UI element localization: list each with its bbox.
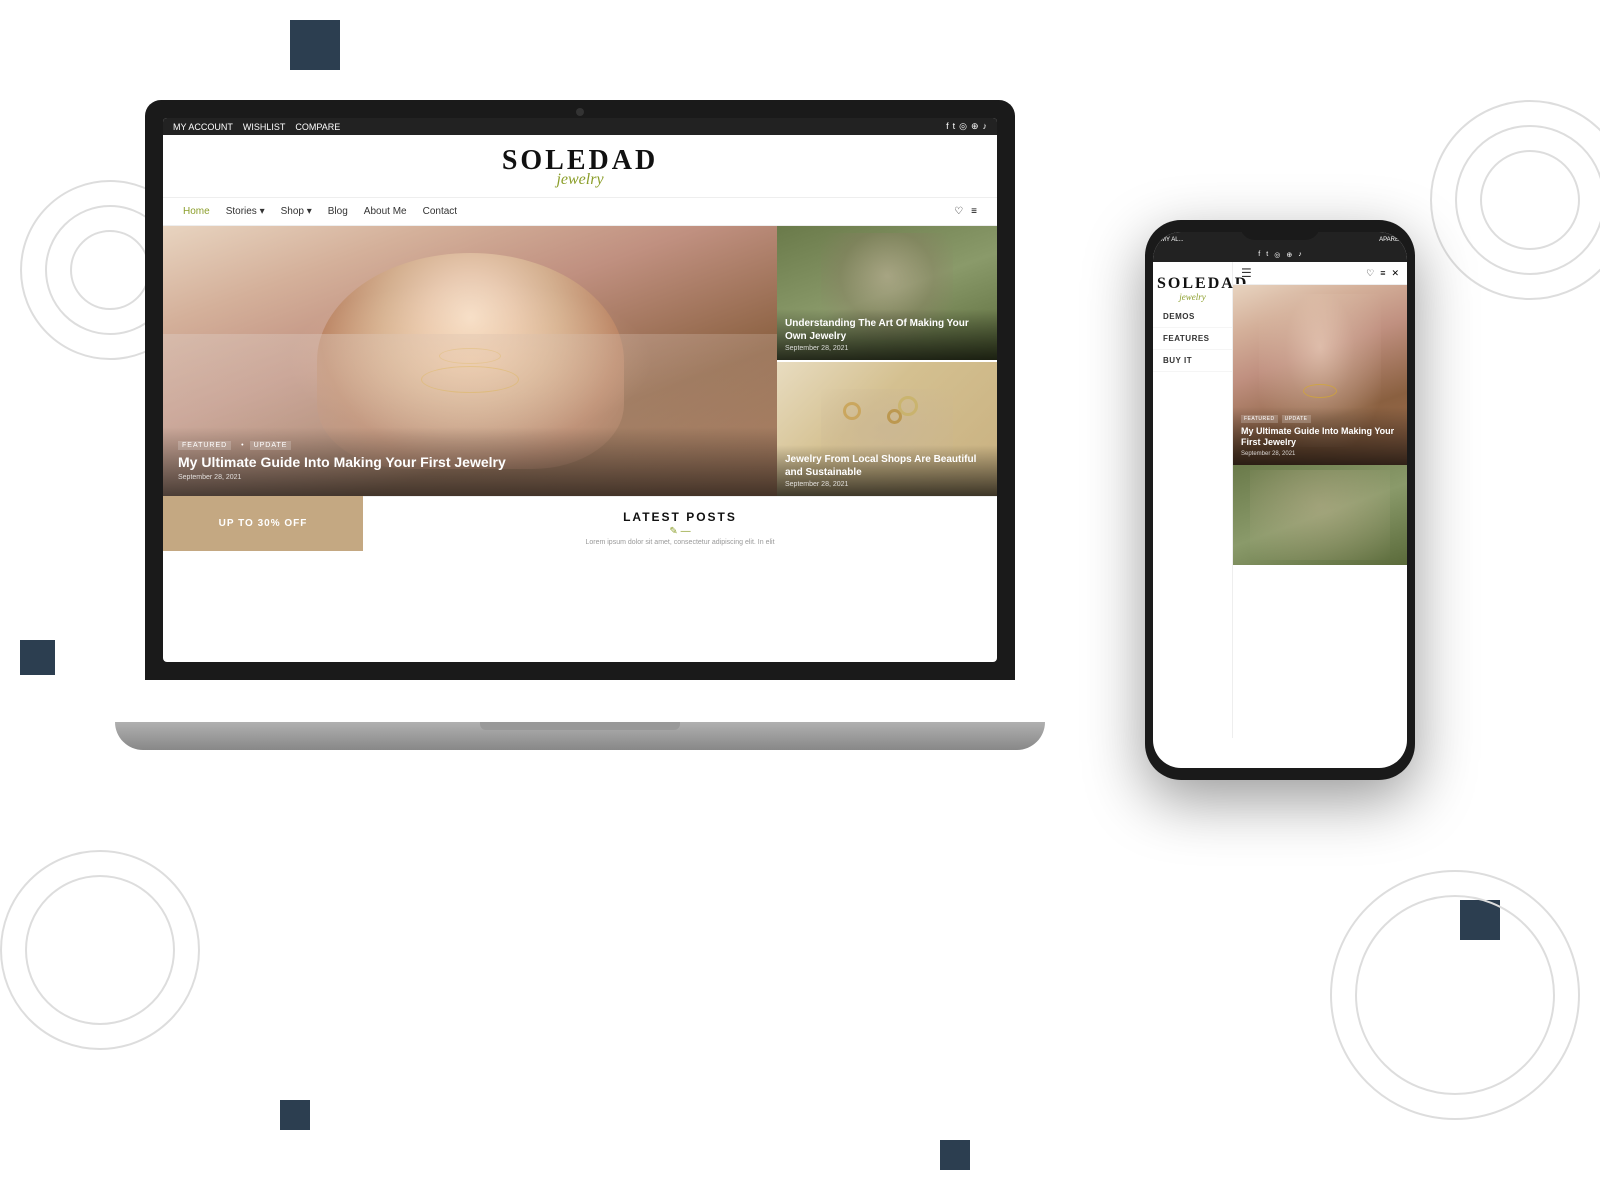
phone-topbar-right: APARE: [1379, 237, 1399, 243]
hero-side-top-overlay: Understanding The Art Of Making Your Own…: [777, 309, 997, 360]
latest-posts-desc: Lorem ipsum dolor sit amet, consectetur …: [585, 539, 774, 546]
phone-menu-demos[interactable]: DEMOS: [1153, 306, 1232, 328]
phone-nav-icons: ♡ ≡ ✕: [1366, 268, 1399, 279]
nav-home[interactable]: Home: [183, 206, 210, 217]
hero-side-top-date: September 28, 2021: [785, 345, 989, 352]
phone-menu-buyit[interactable]: BUY IT: [1153, 350, 1232, 372]
tag-separator: •: [241, 442, 243, 449]
nav-shop[interactable]: Shop ▾: [281, 206, 312, 217]
phone-menu-features[interactable]: FEATURES: [1153, 328, 1232, 350]
site-logo-sub: jewelry: [163, 171, 997, 189]
topbar-account[interactable]: MY ACCOUNT: [173, 122, 233, 132]
site-nav: Home Stories ▾ Shop ▾ Blog About Me Cont…: [163, 198, 997, 226]
edit-icon: ✎ —: [669, 526, 690, 537]
instagram-icon[interactable]: ◎: [959, 121, 967, 132]
topbar-compare[interactable]: COMPARE: [295, 122, 340, 132]
deco-circle-5: [25, 875, 175, 1025]
laptop-base: [115, 722, 1045, 750]
deco-square-4: [280, 1100, 310, 1130]
phone-ig-icon[interactable]: ◎: [1274, 251, 1280, 259]
deco-circle-3: [70, 230, 150, 310]
tag-featured: FEATURED: [178, 441, 231, 450]
hero-main-overlay: FEATURED • UPDATE My Ultimate Guide Into…: [163, 427, 777, 496]
hero-main-article[interactable]: FEATURED • UPDATE My Ultimate Guide Into…: [163, 226, 777, 496]
nav-right-icons: ♡ ≡: [954, 206, 977, 217]
heart-icon[interactable]: ♡: [954, 206, 963, 217]
phone-hero-title[interactable]: My Ultimate Guide Into Making Your First…: [1241, 426, 1399, 449]
phone-fb-icon[interactable]: f: [1258, 251, 1260, 259]
tiktok-icon[interactable]: ♪: [983, 121, 988, 132]
hero-side-top-title: Understanding The Art Of Making Your Own…: [785, 317, 989, 343]
phone-social-bar: f t ◎ ⊕ ♪: [1153, 248, 1407, 262]
deco-square-2: [20, 640, 55, 675]
hero-side-top-article[interactable]: Understanding The Art Of Making Your Own…: [777, 226, 997, 360]
phone-hero-date: September 28, 2021: [1241, 451, 1399, 457]
laptop-screen: MY ACCOUNT WISHLIST COMPARE f t ◎ ⊕ ♪ SO…: [163, 118, 997, 662]
nav-contact[interactable]: Contact: [423, 206, 457, 217]
hero-side-articles: Understanding The Art Of Making Your Own…: [777, 226, 997, 496]
phone-logo-main: SOLEDAD: [1157, 276, 1228, 292]
nav-blog[interactable]: Blog: [328, 206, 348, 217]
menu-icon[interactable]: ≡: [971, 206, 977, 217]
phone-content-area: ☰ ♡ ≡ ✕: [1233, 262, 1407, 738]
phone-hero-overlay: FEATURED UPDATE My Ultimate Guide Into M…: [1233, 407, 1407, 465]
nav-about[interactable]: About Me: [364, 206, 407, 217]
deco-circle-10: [1355, 895, 1555, 1095]
phone-logo: SOLEDAD jewelry: [1153, 270, 1232, 306]
site-bottom-bar: UP TO 30% OFF LATEST POSTS ✎ — Lorem ips…: [163, 496, 997, 551]
latest-posts-title: LATEST POSTS: [623, 510, 737, 524]
phone-tk-icon[interactable]: ♪: [1298, 251, 1302, 259]
phone-list-icon[interactable]: ≡: [1380, 268, 1385, 279]
site-hero: FEATURED • UPDATE My Ultimate Guide Into…: [163, 226, 997, 496]
pinterest-icon[interactable]: ⊕: [971, 121, 979, 132]
laptop-camera: [576, 108, 584, 116]
scene: MY ACCOUNT WISHLIST COMPARE f t ◎ ⊕ ♪ SO…: [0, 0, 1600, 1200]
promo-box[interactable]: UP TO 30% OFF: [163, 496, 363, 551]
nav-stories[interactable]: Stories ▾: [226, 206, 265, 217]
topbar-left: MY ACCOUNT WISHLIST COMPARE: [173, 122, 340, 132]
hero-side-bottom-overlay: Jewelry From Local Shops Are Beautiful a…: [777, 445, 997, 496]
phone-sidebar-menu: SOLEDAD jewelry DEMOS FEATURES BUY IT: [1153, 262, 1233, 738]
deco-circle-8: [1480, 150, 1580, 250]
phone-close-icon[interactable]: ✕: [1391, 268, 1399, 279]
laptop: MY ACCOUNT WISHLIST COMPARE f t ◎ ⊕ ♪ SO…: [145, 100, 1015, 750]
phone-heart-icon[interactable]: ♡: [1366, 268, 1374, 279]
phone-tw-icon[interactable]: t: [1266, 251, 1268, 259]
phone-nav-bar: ☰ ♡ ≡ ✕: [1233, 262, 1407, 285]
laptop-body: MY ACCOUNT WISHLIST COMPARE f t ◎ ⊕ ♪ SO…: [145, 100, 1015, 680]
twitter-icon[interactable]: t: [953, 121, 956, 132]
tag-update: UPDATE: [250, 441, 292, 450]
hero-side-bottom-article[interactable]: Jewelry From Local Shops Are Beautiful a…: [777, 360, 997, 496]
topbar-right: f t ◎ ⊕ ♪: [946, 121, 987, 132]
site-header: SOLEDAD jewelry: [163, 135, 997, 198]
phone-pi-icon[interactable]: ⊕: [1286, 251, 1292, 259]
phone-main-layout: SOLEDAD jewelry DEMOS FEATURES BUY IT ☰: [1153, 262, 1407, 738]
phone-notch: [1240, 220, 1320, 240]
deco-square-1: [290, 20, 340, 70]
phone-screen: MY AL... APARE f t ◎ ⊕ ♪ SOLEDAD: [1153, 232, 1407, 768]
hero-main-date: September 28, 2021: [178, 474, 762, 481]
phone-body: MY AL... APARE f t ◎ ⊕ ♪ SOLEDAD: [1145, 220, 1415, 780]
phone-tag-update: UPDATE: [1282, 415, 1311, 423]
facebook-icon[interactable]: f: [946, 121, 949, 132]
phone: MY AL... APARE f t ◎ ⊕ ♪ SOLEDAD: [1145, 220, 1415, 780]
phone-hero-tags: FEATURED UPDATE: [1241, 415, 1399, 423]
deco-square-5: [940, 1140, 970, 1170]
phone-tag-featured: FEATURED: [1241, 415, 1278, 423]
promo-text: UP TO 30% OFF: [219, 518, 308, 529]
hero-side-bottom-date: September 28, 2021: [785, 481, 989, 488]
phone-second-article[interactable]: [1233, 465, 1407, 565]
phone-topbar-left: MY AL...: [1161, 237, 1184, 243]
phone-logo-sub: jewelry: [1157, 292, 1228, 302]
phone-hero-image[interactable]: FEATURED UPDATE My Ultimate Guide Into M…: [1233, 285, 1407, 465]
phone-hamburger-icon[interactable]: ☰: [1241, 266, 1252, 280]
hero-main-title[interactable]: My Ultimate Guide Into Making Your First…: [178, 453, 762, 471]
hero-side-bottom-title: Jewelry From Local Shops Are Beautiful a…: [785, 453, 989, 479]
hero-tags: FEATURED • UPDATE: [178, 442, 762, 449]
site-topbar: MY ACCOUNT WISHLIST COMPARE f t ◎ ⊕ ♪: [163, 118, 997, 135]
topbar-wishlist[interactable]: WISHLIST: [243, 122, 286, 132]
latest-posts-section: LATEST POSTS ✎ — Lorem ipsum dolor sit a…: [363, 496, 997, 551]
